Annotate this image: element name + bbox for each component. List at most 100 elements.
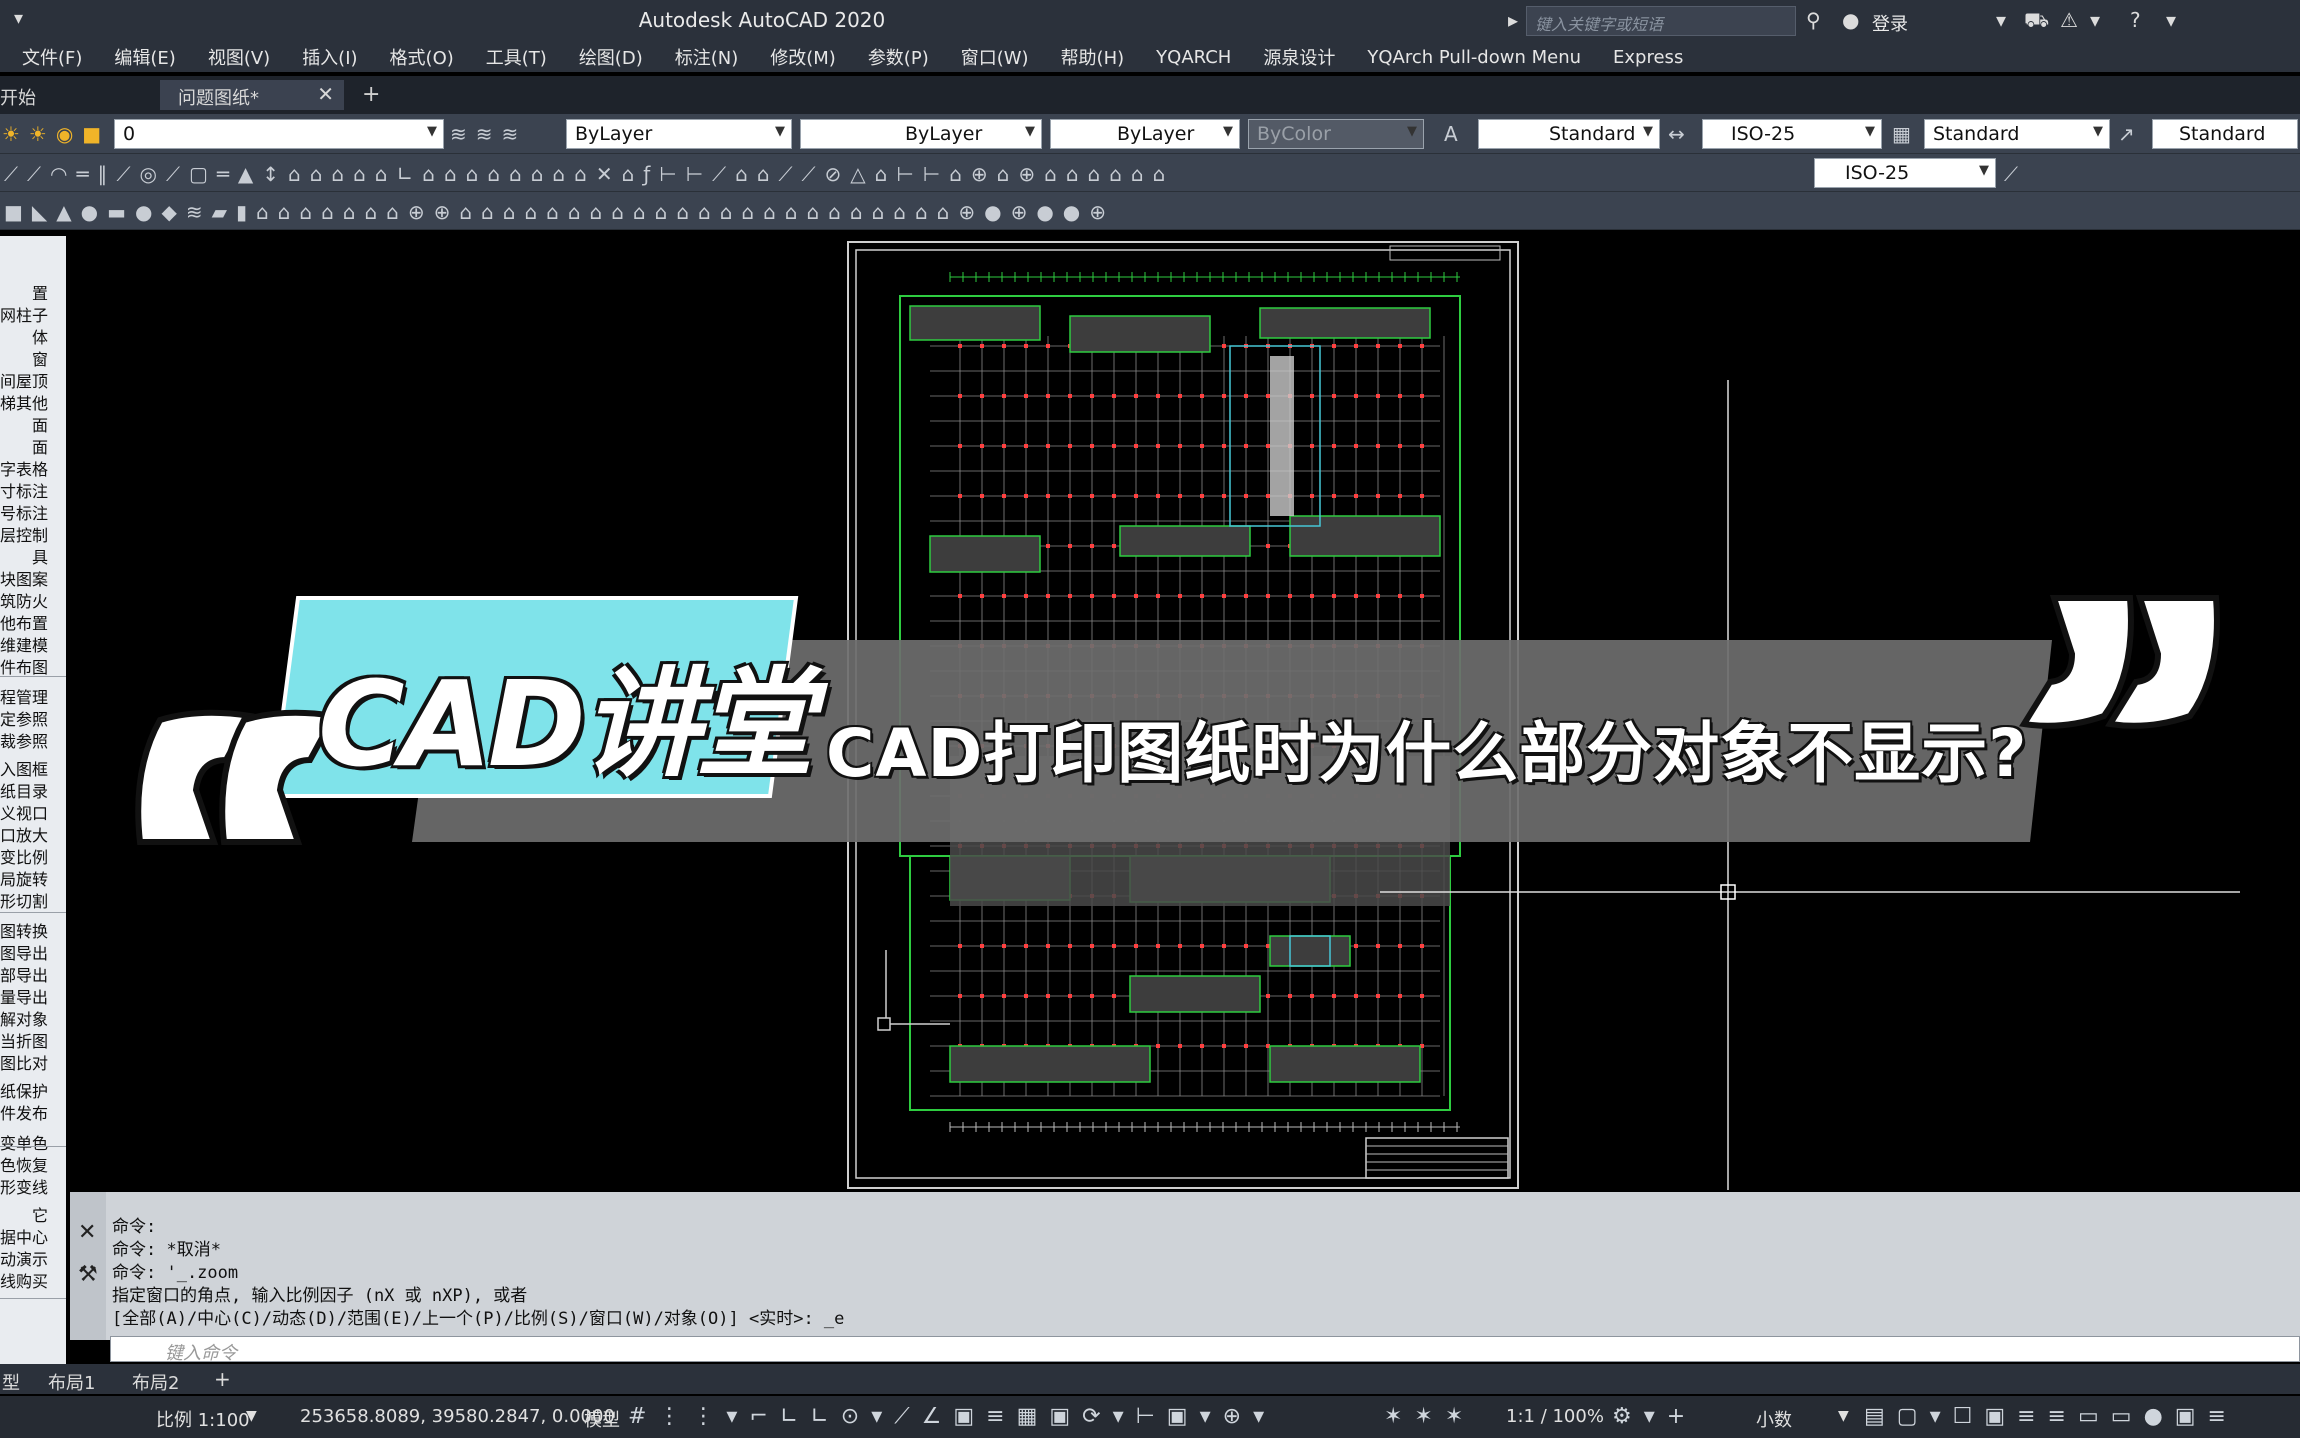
menu-yqarch-pulldown[interactable]: YQArch Pull-down Menu (1367, 47, 1581, 68)
status-tray-icons[interactable]: ▤▢▾☐▣≡≡▭▭●▣≡ (1864, 1404, 2298, 1429)
palette-item[interactable]: 具 (32, 544, 48, 568)
palette-item[interactable]: 件布图 (0, 654, 48, 678)
close-icon[interactable]: ✕ (317, 82, 334, 106)
menu-tools[interactable]: 工具(T) (486, 44, 547, 70)
add-layout-button[interactable]: + (214, 1367, 231, 1391)
palette-item[interactable]: 图导出 (0, 940, 48, 964)
chevron-down-icon[interactable]: ▼ (246, 1408, 257, 1424)
palette-item[interactable]: 纸保护 (0, 1078, 48, 1102)
palette-item[interactable]: 他布置 (0, 610, 48, 634)
palette-item[interactable]: 体 (32, 324, 48, 348)
palette-item[interactable]: 口放大 (0, 822, 48, 846)
palette-item[interactable]: 面 (32, 434, 48, 458)
palette-item[interactable]: 窗 (32, 346, 48, 370)
help-icon[interactable]: ? (2130, 8, 2141, 32)
annotation-icons[interactable]: ✶✶✶ (1384, 1404, 1514, 1429)
menu-insert[interactable]: 插入(I) (302, 44, 357, 70)
palette-item[interactable]: 纸目录 (0, 778, 48, 802)
menu-file[interactable]: 文件(F) (22, 44, 82, 70)
palette-item[interactable]: 当折图 (0, 1028, 48, 1052)
palette-item[interactable]: 间屋顶 (0, 368, 48, 392)
menu-edit[interactable]: 编辑(E) (114, 44, 175, 70)
palette-item[interactable]: 变单色 (0, 1130, 48, 1154)
login-button[interactable]: 登录 (1872, 10, 1908, 36)
menu-help[interactable]: 帮助(H) (1061, 44, 1125, 70)
units-indicator[interactable]: 小数 (1756, 1406, 1792, 1432)
search-input[interactable]: 键入关键字或短语 (1526, 6, 1796, 36)
dim-style-dropdown-2[interactable]: ISO-25 ▼ (1814, 158, 1996, 188)
palette-item[interactable]: 局旋转 (0, 866, 48, 890)
menu-dimension[interactable]: 标注(N) (675, 44, 739, 70)
menu-window[interactable]: 窗口(W) (961, 44, 1029, 70)
command-input[interactable]: 键入命令 (110, 1336, 2300, 1364)
palette-item[interactable]: 筑防火 (0, 588, 48, 612)
menu-draw[interactable]: 绘图(D) (579, 44, 643, 70)
color-dropdown[interactable]: ByLayer ▼ (566, 119, 792, 149)
palette-item[interactable]: 网柱子 (0, 302, 48, 326)
palette-item[interactable]: 件发布 (0, 1100, 48, 1124)
drafting-toggle-icons[interactable]: #⋮⋮▾⌐∟∟⊙▾⟋∠▣≡▦▣⟳▾⊢▣▾⊕▾ (628, 1404, 1488, 1429)
scale-indicator[interactable]: 比例 1:100 (156, 1406, 250, 1432)
binoculars-icon[interactable]: ⚲ (1806, 8, 1821, 32)
palette-item[interactable]: 据中心 (0, 1224, 48, 1248)
mleader-style-icon[interactable]: ↗ (2118, 122, 2148, 146)
annotation-scale[interactable]: 1:1 / 100% (1506, 1406, 1604, 1427)
palette-item[interactable]: 线购买 (0, 1268, 48, 1292)
text-style-icon[interactable]: A (1444, 122, 1474, 146)
menu-express[interactable]: Express (1613, 47, 1683, 68)
lineweight-dropdown[interactable]: ByLayer ▼ (1050, 119, 1240, 149)
palette-item[interactable]: 置 (32, 280, 48, 304)
chevron-down-icon[interactable]: ▼ (1838, 1408, 1849, 1424)
text-style-dropdown[interactable]: Standard ▼ (1478, 119, 1660, 149)
palette-item[interactable]: 维建模 (0, 632, 48, 656)
palette-item[interactable]: 程管理 (0, 684, 48, 708)
menu-yqarch[interactable]: YQARCH (1156, 47, 1231, 68)
tab-drawing[interactable]: 问题图纸* ✕ (160, 80, 344, 110)
palette-item[interactable]: 梯其他 (0, 390, 48, 414)
tab-start[interactable]: 开始 (0, 80, 36, 110)
palette-item[interactable]: 色恢复 (0, 1152, 48, 1176)
dim-style-dropdown[interactable]: ISO-25 ▼ (1702, 119, 1882, 149)
table-style-icon[interactable]: ▦ (1892, 122, 1922, 146)
linetype-dropdown[interactable]: ByLayer ▼ (800, 119, 1042, 149)
palette-item[interactable]: 裁参照 (0, 728, 48, 752)
dim-style-icon[interactable]: ↔ (1668, 122, 1698, 146)
palette-item[interactable]: 动演示 (0, 1246, 48, 1270)
palette-item[interactable]: 形变线 (0, 1174, 48, 1198)
layer-state-icons[interactable]: ☀☀◉■ (2, 122, 112, 146)
user-icon[interactable]: ● (1842, 8, 1859, 32)
close-icon[interactable]: ✕ (78, 1220, 96, 1245)
layer-tools-icons[interactable]: ≋≋≋ (450, 122, 560, 146)
palette-item[interactable]: 块图案 (0, 566, 48, 590)
workspace-icons[interactable]: ⚙▾+ (1612, 1404, 1722, 1429)
wrench-icon[interactable]: ⚒ (78, 1262, 98, 1287)
mleader-style-dropdown[interactable]: Standard (2152, 119, 2298, 149)
palette-item[interactable]: 层控制 (0, 522, 48, 546)
palette-item[interactable]: 寸标注 (0, 478, 48, 502)
table-style-dropdown[interactable]: Standard ▼ (1924, 119, 2110, 149)
palette-item[interactable]: 图转换 (0, 918, 48, 942)
palette-item[interactable]: 它 (32, 1202, 48, 1226)
menu-parametric[interactable]: 参数(P) (868, 44, 929, 70)
palette-item[interactable]: 号标注 (0, 500, 48, 524)
menu-yuanquan[interactable]: 源泉设计 (1263, 44, 1335, 70)
autodesk-app-icon[interactable]: ⚠ (2060, 8, 2078, 32)
new-tab-button[interactable]: + (362, 78, 380, 108)
menu-format[interactable]: 格式(O) (390, 44, 454, 70)
tab-layout2[interactable]: 布局2 (132, 1369, 179, 1395)
chevron-down-icon[interactable]: ▾ (2090, 8, 2100, 32)
palette-item[interactable]: 字表格 (0, 456, 48, 480)
layer-dropdown[interactable]: 0 ▼ (114, 119, 444, 149)
palette-item[interactable]: 量导出 (0, 984, 48, 1008)
model-space-button[interactable]: 模型 (584, 1406, 620, 1432)
palette-item[interactable]: 部导出 (0, 962, 48, 986)
chevron-down-icon[interactable]: ▾ (2166, 8, 2176, 32)
dim-update-icon[interactable]: ⟋ (2004, 162, 2034, 186)
menu-modify[interactable]: 修改(M) (770, 44, 836, 70)
expand-arrow-icon[interactable]: ▸ (1508, 8, 1518, 32)
palette-item[interactable]: 形切割 (0, 888, 48, 912)
palette-item[interactable]: 图比对 (0, 1050, 48, 1074)
modeling-tool-icons[interactable]: ■◣▲●▬●◆≋▰▮⌂⌂⌂⌂⌂⌂⌂⊕⊕⌂⌂⌂⌂⌂⌂⌂⌂⌂⌂⌂⌂⌂⌂⌂⌂⌂⌂⌂⌂⌂… (4, 200, 1724, 224)
tab-model[interactable]: 型 (2, 1369, 20, 1395)
palette-item[interactable]: 入图框 (0, 756, 48, 780)
